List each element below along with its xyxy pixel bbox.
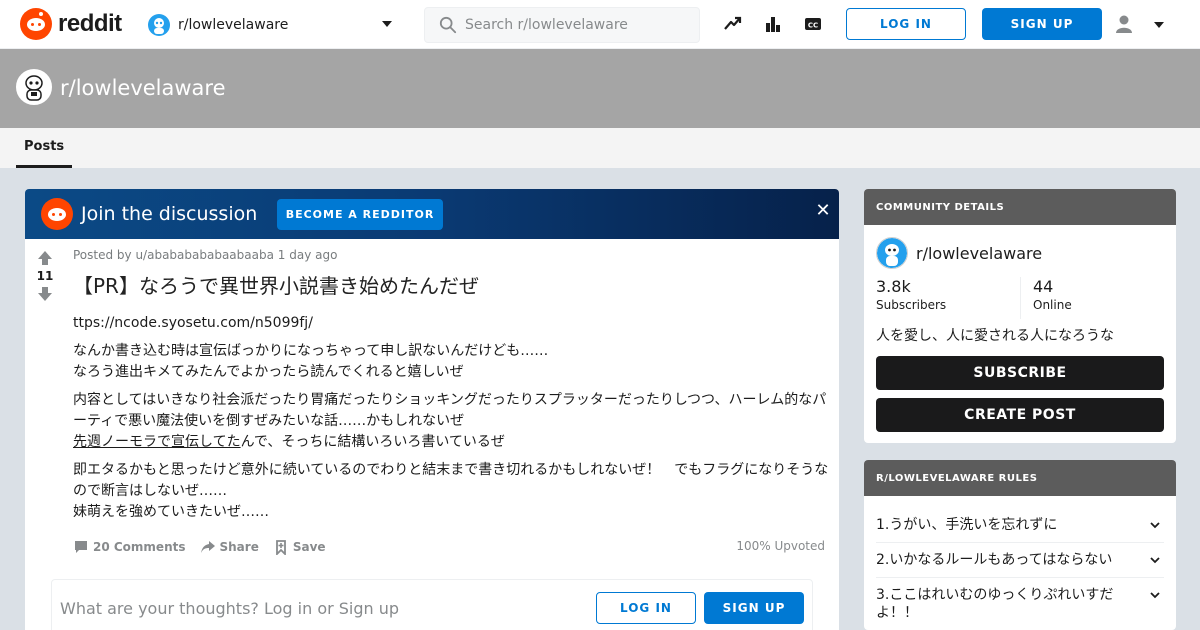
- comment-prompt-text: What are your thoughts? Log in or Sign u…: [60, 599, 400, 618]
- top-bar: reddit r/lowlevelaware CC LOG IN SIGN UP: [0, 0, 1200, 49]
- post-text-line: なんか書き込む時は宣伝ばっかりになっちゃって申し訳ないんだけども……: [73, 343, 549, 359]
- reddit-snoo-icon: [41, 198, 73, 230]
- logo-text: reddit: [58, 10, 122, 37]
- save-button[interactable]: Save: [273, 539, 326, 555]
- community-tabs: Posts: [0, 128, 1200, 168]
- rule-number: 1.: [876, 517, 890, 533]
- search-bar[interactable]: [424, 7, 700, 43]
- post-paragraph: 内容としてはいきなり社会派だったり胃痛だったりショッキングだったりスプラッターだ…: [73, 390, 833, 453]
- share-label: Share: [219, 540, 259, 554]
- closed-captions-icon[interactable]: CC: [803, 14, 823, 34]
- snoo-avatar-icon: [18, 71, 50, 103]
- post-text-line: んで、そっちに結構いろいろ書いているぜ: [240, 434, 505, 450]
- comments-label: 20 Comments: [93, 540, 186, 554]
- vote-count: 11: [36, 269, 54, 283]
- search-input[interactable]: [465, 17, 685, 33]
- subscribe-button[interactable]: SUBSCRIBE: [876, 356, 1164, 390]
- post-inline-link[interactable]: 先週ノーモラで宣伝してた: [73, 434, 241, 450]
- community-avatar: [876, 237, 908, 269]
- post-text-line: 内容としてはいきなり社会派だったり胃痛だったりショッキングだったりスプラッターだ…: [73, 392, 827, 429]
- chevron-down-icon: [1150, 592, 1160, 599]
- online-stat: 44 Online: [1020, 277, 1164, 319]
- community-details-card: COMMUNITY DETAILS r/lowlevelaware 3.8k S…: [864, 189, 1176, 443]
- save-label: Save: [292, 540, 326, 554]
- downvote-arrow-icon[interactable]: [33, 285, 57, 303]
- reddit-logo[interactable]: reddit: [20, 8, 122, 40]
- search-icon: [439, 16, 457, 34]
- online-label: Online: [1033, 298, 1072, 312]
- community-avatar-icon: [148, 14, 170, 36]
- signup-button[interactable]: SIGN UP: [982, 8, 1102, 40]
- upvoted-percentage: 100% Upvoted: [736, 539, 825, 553]
- join-discussion-title: Join the discussion: [81, 203, 258, 225]
- chevron-down-icon: [1154, 22, 1164, 28]
- user-icon: [1116, 15, 1132, 33]
- post-text-line: 妹萌えを強めていきたいぜ……: [73, 504, 269, 520]
- post-text-line: 即エタるかもと思ったけど意外に続いているのでわりと結末まで書き切れるかもしれない…: [73, 462, 829, 499]
- post-paragraph: 即エタるかもと思ったけど意外に続いているのでわりと結末まで書き切れるかもしれない…: [73, 460, 833, 523]
- share-button[interactable]: Share: [200, 539, 259, 555]
- rule-number: 3.: [876, 587, 890, 603]
- community-avatar: [16, 69, 52, 105]
- rule-text: 2.いかなるルールもあってはならない: [876, 551, 1126, 569]
- rules-card: R/LOWLEVELAWARE RULES 1.うがい、手洗いを忘れずに 2.い…: [864, 460, 1176, 630]
- community-name: r/lowlevelaware: [916, 243, 1043, 263]
- comments-button[interactable]: 20 Comments: [73, 539, 186, 555]
- rule-label: ここはれいむのゆっくりぷれいすだよ！！: [876, 587, 1114, 621]
- chevron-down-icon: [1150, 557, 1160, 564]
- vote-column: 11: [33, 249, 57, 303]
- bookmark-icon: [275, 540, 286, 555]
- comment-signup-button[interactable]: SIGN UP: [704, 592, 804, 624]
- community-title: r/lowlevelaware: [60, 76, 226, 100]
- rule-item[interactable]: 1.うがい、手洗いを忘れずに: [876, 516, 1164, 543]
- rule-item[interactable]: 3.ここはれいむのゆっくりぷれいすだよ！！: [876, 586, 1164, 626]
- rule-label: うがい、手洗いを忘れずに: [889, 517, 1058, 533]
- rules-header: R/LOWLEVELAWARE RULES: [864, 460, 1176, 496]
- post-meta: Posted by u/abababababaabaaba 1 day ago: [73, 248, 338, 262]
- chevron-down-icon: [1150, 522, 1160, 529]
- join-discussion-banner: Join the discussion BECOME A REDDITOR ✕: [25, 189, 839, 239]
- post-card: Join the discussion BECOME A REDDITOR ✕ …: [25, 189, 839, 630]
- post-title[interactable]: 【PR】なろうで異世界小説書き始めたんだぜ: [73, 270, 479, 299]
- community-switcher-label: r/lowlevelaware: [178, 17, 289, 33]
- post-paragraph: なんか書き込む時は宣伝ばっかりになっちゃって申し訳ないんだけども…… なろう進出…: [73, 341, 833, 383]
- trending-icon[interactable]: [723, 14, 743, 34]
- post-text-line: なろう進出キメてみたんでよかったら読んでくれると嬉しいぜ: [73, 364, 464, 380]
- community-banner: r/lowlevelaware: [0, 49, 1200, 128]
- community-stats: 3.8k Subscribers 44 Online: [876, 277, 1164, 319]
- subscribers-count: 3.8k: [876, 277, 911, 296]
- post-link[interactable]: ttps://ncode.syosetu.com/n5099fj/: [73, 313, 833, 334]
- create-post-button[interactable]: CREATE POST: [876, 398, 1164, 432]
- rule-number: 2.: [876, 552, 890, 568]
- reddit-snoo-icon: [20, 8, 52, 40]
- subscribers-label: Subscribers: [876, 298, 947, 312]
- svg-text:CC: CC: [808, 22, 818, 30]
- comment-icon: [75, 541, 87, 553]
- subscribers-stat: 3.8k Subscribers: [876, 277, 1020, 319]
- comment-prompt-box: What are your thoughts? Log in or Sign u…: [51, 579, 813, 630]
- close-icon[interactable]: ✕: [813, 201, 833, 221]
- online-count: 44: [1033, 277, 1054, 296]
- tab-posts[interactable]: Posts: [16, 128, 73, 168]
- user-menu-dropdown[interactable]: [1112, 14, 1164, 36]
- post-body: ttps://ncode.syosetu.com/n5099fj/ なんか書き込…: [73, 313, 833, 530]
- community-description: 人を愛し、人に愛される人になろうな: [876, 328, 1114, 344]
- login-button[interactable]: LOG IN: [846, 8, 966, 40]
- rule-text: 1.うがい、手洗いを忘れずに: [876, 516, 1126, 534]
- comment-login-button[interactable]: LOG IN: [596, 592, 696, 624]
- become-redditor-button[interactable]: BECOME A REDDITOR: [277, 199, 443, 230]
- community-switcher[interactable]: r/lowlevelaware: [148, 12, 398, 38]
- community-details-header: COMMUNITY DETAILS: [864, 189, 1176, 225]
- rule-text: 3.ここはれいむのゆっくりぷれいすだよ！！: [876, 586, 1126, 622]
- snoo-avatar-icon: [877, 238, 907, 268]
- rule-item[interactable]: 2.いかなるルールもあってはならない: [876, 551, 1164, 578]
- share-icon: [200, 541, 215, 553]
- rule-label: いかなるルールもあってはならない: [889, 552, 1113, 568]
- chevron-down-icon: [382, 21, 392, 27]
- post-actions: 20 Comments Share Save 100% Upvoted: [73, 537, 825, 557]
- stats-icon[interactable]: [763, 14, 783, 34]
- upvote-arrow-icon[interactable]: [33, 249, 57, 267]
- community-identity[interactable]: r/lowlevelaware: [876, 237, 1042, 269]
